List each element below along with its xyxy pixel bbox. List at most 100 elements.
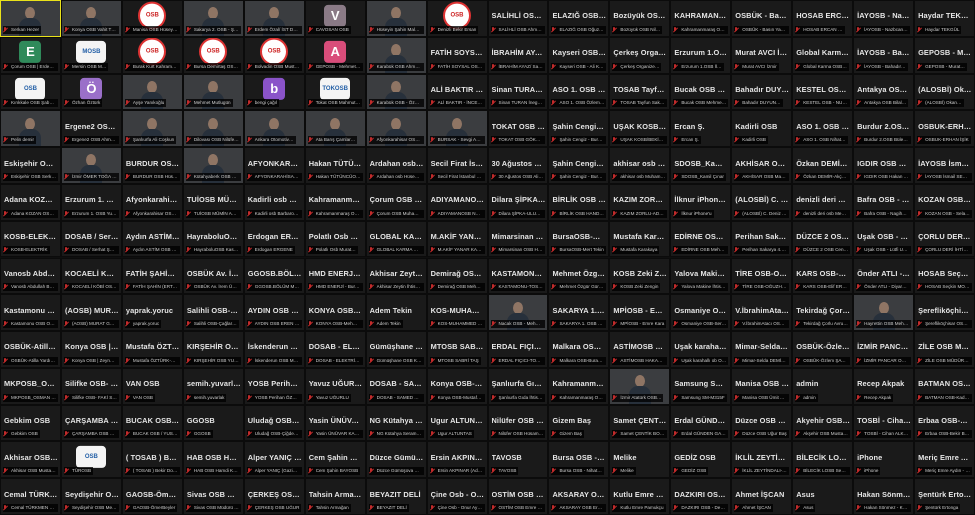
participant-tile[interactable]: GLOBAL KARM… GLOBAL KARMA OSB… — [365, 220, 427, 258]
participant-tile[interactable]: Meriç Emre Aydı… Meriç Emre Aydın - ESB… — [914, 441, 975, 479]
participant-tile[interactable]: TOKAT OSB GÖ… TOKAT OSB GÖKHAN… — [487, 110, 549, 148]
participant-tile[interactable]: Erdogan ERGENE Erdogan ERGENE — [243, 220, 305, 258]
participant-tile[interactable]: Erbaa OSB-Bek… Erbaa OSB-Bekir BOST… — [914, 404, 975, 442]
participant-tile[interactable]: Yavuz UĞURLU Yavuz UĞURLU — [304, 367, 366, 405]
participant-tile[interactable]: Adem Tekin Adem Tekin — [365, 294, 427, 332]
participant-tile[interactable]: DÜZCE 2 OSB Ce… DÜZCE 2 OSB Cengiz… — [792, 220, 854, 258]
participant-tile[interactable]: İKLİL ZEYTİNDA… İKLİL ZEYTİNDALI-MAL… — [731, 441, 793, 479]
participant-tile[interactable]: Tahsin Armağan Tahsin Armağan — [304, 478, 366, 515]
participant-tile[interactable]: İAYOSB İsmail S… İAYOSB İsmail SEVER — [914, 147, 975, 184]
participant-tile[interactable]: Çerkeş Organize… Çerkeş Organize… — [609, 36, 671, 74]
participant-tile[interactable]: ( TOSAB ) Bekir… ( TOSAB ) Bekir Dokoz — [121, 441, 183, 479]
participant-tile[interactable]: (AOSB) MURAT… (AOSB) MURAT GÜNEŞ — [60, 294, 122, 332]
participant-tile[interactable]: OSBKırıkkale OSB Şaban Ka… — [0, 73, 61, 111]
participant-tile[interactable]: Uşak OSB - Lütf… Uşak OSB - Lütfi Uysal — [853, 220, 915, 258]
participant-tile[interactable]: Şentürk Ertonga Şentürk Ertonga — [914, 478, 975, 515]
participant-tile[interactable]: Antakya OSB Bil… Antakya OSB Bilal… — [853, 73, 915, 111]
participant-tile[interactable]: Samsung SM-M… Samsung SM-M315F — [670, 367, 732, 405]
participant-tile[interactable]: DAZKIRI OSB -… DAZKIRI OSB - Derya… — [670, 478, 732, 515]
participant-tile[interactable]: Mehmet Mutlugün — [182, 73, 244, 111]
participant-tile[interactable]: KOSB-ELEKTRİK KOSB-ELEKTRİK — [0, 220, 61, 258]
participant-tile[interactable]: AKSARAY OSB… AKSARAY OSB Erol… — [548, 478, 610, 515]
participant-tile[interactable]: OSBÜK - Basın… OSBÜK - Basın Yayın… — [731, 0, 793, 37]
participant-tile[interactable]: Hüseyin Şahin Malatya… — [365, 0, 427, 37]
participant-tile[interactable]: FATİH ŞAHİN (E… FATİH ŞAHİN (ERTA… — [121, 257, 183, 295]
participant-tile[interactable]: TUİOSB MÜMİN… TUİOSB MÜMİN AKPI… — [182, 183, 244, 221]
participant-tile[interactable]: GEDİZ OSB GEDİZ OSB — [670, 441, 732, 479]
participant-tile[interactable]: ÇORLU DERİ İH… ÇORLU DERİ İHTİSAS… — [914, 220, 975, 258]
participant-tile[interactable]: Hakan TÜTÜNC… Hakan TÜTÜNCÜOĞLU… — [304, 147, 366, 184]
participant-tile[interactable]: İAYOSB - Nazbc… İAYOSB - Nazbcan… — [853, 0, 915, 37]
participant-tile[interactable]: NG Kütahya Ser… NG Kütahya Seramik… — [365, 404, 427, 442]
participant-tile[interactable]: (ALOSBİ) C. De… (ALOSBİ) C. Deniz Akfi… — [731, 183, 793, 221]
participant-tile[interactable]: Karabük OSB - Özer Ka… — [365, 73, 427, 111]
participant-tile[interactable]: FATİH SOYSAL… FATİH SOYSAL OSB… — [426, 36, 488, 74]
participant-tile[interactable]: BURSAK - Sevgi Akyu… — [426, 110, 488, 148]
participant-tile[interactable]: Konya OSB | Ze… Konya OSB | Zeynel Ab… — [60, 331, 122, 368]
participant-tile[interactable]: ASO 1. OSB Nih… ASO 1. OSB Nihat… — [792, 110, 854, 148]
participant-tile[interactable]: ADIYAMANOSB… ADIYAMANOSB NESİBE… — [426, 183, 488, 221]
participant-tile[interactable]: UŞAK KOSB/BE… UŞAK KOSB/BEKİR… — [609, 110, 671, 148]
participant-tile[interactable]: Demirağ OSB M… Demirağ OSB Mehmet… — [426, 257, 488, 295]
participant-tile[interactable]: Seydişehir OSB… Seydişehir OSB Mevlüt… — [60, 478, 122, 515]
participant-tile[interactable]: TOKOSB Tokat OSB Mahmut… — [304, 73, 366, 111]
participant-tile[interactable]: Vanosb Abdulla… Vanosb Abdullah Baran — [0, 257, 61, 295]
participant-tile[interactable]: Samet ÇENTİK… Samet ÇENTİK BOSEN — [609, 404, 671, 442]
participant-tile[interactable]: BİRLİK OSB HA… BİRLİK OSB HANDAN… — [548, 183, 610, 221]
participant-tile[interactable]: Ercan Ş. Ercan Ş. — [670, 110, 732, 148]
participant-tile[interactable]: Kütahyaberk OSB Rüstem… — [182, 147, 244, 184]
participant-tile[interactable]: Çorum OSB Mu… Çorum OSB Muhamme… — [365, 183, 427, 221]
participant-tile[interactable]: Mimar-Selda DE… Mimar-Selda DEMİRC… — [731, 331, 793, 368]
participant-tile[interactable]: Pelin demir — [0, 110, 61, 148]
participant-tile[interactable]: Nilüfer OSB Hus… Nilüfer OSB Hüsamettin… — [487, 404, 549, 442]
participant-tile[interactable]: SDOSB_Kamil Ç… SDOSB_Kamil Çınar — [670, 147, 732, 184]
participant-tile[interactable]: EDİRNE OSB M… EDİRNE OSB Mehmet… — [670, 220, 732, 258]
participant-tile[interactable]: 30 Ağustos OSB… 30 Ağustos OSB Ali… — [487, 147, 549, 184]
participant-tile[interactable]: OSBBurak Kurt Kahramanmar… — [121, 36, 183, 74]
participant-tile[interactable]: Salihli OSB-Çağ… Salihli OSB-Çağlar… — [182, 294, 244, 332]
participant-tile[interactable]: Osmaniye OSB-… Osmaniye OSB-Serkan… — [670, 294, 732, 332]
participant-tile[interactable]: Dilovası OSB Nilüfer… — [182, 110, 244, 148]
participant-tile[interactable]: BURDUR OSB H… BURDUR OSB Hüseyin… — [121, 147, 183, 184]
participant-tile[interactable]: Çine Osb - Onur… Çine Osb - Onur Aynaı — [426, 478, 488, 515]
participant-tile[interactable]: Ersin AKPINAR (… Ersin AKPINAR (Adan… — [426, 441, 488, 479]
participant-tile[interactable]: KIRŞEHİR OSB… KIRŞEHİR OSB YUNUS… — [182, 331, 244, 368]
participant-tile[interactable]: Erdal GÜNDEN… Erdal GÜNDEN GAZİA… — [670, 404, 732, 442]
participant-tile[interactable]: Ayşe Yanıkoğlu — [121, 73, 183, 111]
participant-tile[interactable]: KESTEL OSB - N… KESTEL OSB - NURETTİ… — [792, 73, 854, 111]
participant-tile[interactable]: AYDIN OSB ERE… AYDIN OSB EREN NE… — [243, 294, 305, 332]
participant-tile[interactable]: Murat AVCI İzm… Murat AVCI İzmir — [731, 36, 793, 74]
participant-tile[interactable]: V.İbrahimAtacı… V.İbrahimAtacı OSBKM — [731, 294, 793, 332]
participant-tile[interactable]: OSBÜK Av. İrem… OSBÜK Av. İrem ÜÇPIN… — [182, 257, 244, 295]
participant-tile[interactable]: Polatlı Osb Mur… Polatlı Osb Murat… — [304, 220, 366, 258]
participant-tile[interactable]: Mustafa ÖZTÜR… Mustafa ÖZTÜRK-TÜR… — [121, 331, 183, 368]
participant-tile[interactable]: Yalova Makine İ… Yalova Makine İhtisas… — [670, 257, 732, 295]
participant-tile[interactable]: Kutlu Emre Pam… Kutlu Emre Pamukçu — [609, 478, 671, 515]
participant-tile[interactable]: Global Karma O… Global Karma OSB… — [792, 36, 854, 74]
participant-tile[interactable]: (ALOSBİ) Okan… (ALOSBİ) Okan… — [914, 73, 975, 111]
participant-tile[interactable]: TAVOSB TAVOSB — [487, 441, 549, 479]
participant-tile[interactable]: Aydın ASTİM O… Aydın ASTİM OSB Ferd… — [121, 220, 183, 258]
participant-tile[interactable]: Kahramanmaraş… Kahramanmaraş OSB… — [304, 183, 366, 221]
participant-tile[interactable]: OSBBursa Demirtaş OSB - S… — [182, 36, 244, 74]
participant-tile[interactable]: HayraboluOSB… HayraboluOSB Kasım… — [182, 220, 244, 258]
participant-tile[interactable]: ÇERKEŞ OSB UĞ… ÇERKEŞ OSB UĞUR — [243, 478, 305, 515]
participant-tile[interactable]: AKHİSAR OSB… AKHİSAR OSB Mahmut… — [731, 147, 793, 184]
participant-tile[interactable]: Bafra OSB - Na… Bafra OSB - Nagihan K… — [853, 183, 915, 221]
participant-tile[interactable]: KOZAN OSB - S… KOZAN OSB - Selami S… — [914, 183, 975, 221]
participant-tile[interactable]: GGOSB GGOSB — [182, 404, 244, 442]
participant-tile[interactable]: Ahmet İŞCAN Ahmet İŞCAN — [731, 478, 793, 515]
participant-tile[interactable]: GGOSB.BÖLÜ… GGOSB.BÖLÜM MÜDÜ… — [243, 257, 305, 295]
participant-tile[interactable]: Hayrettin OSB Mehmet… — [853, 294, 915, 332]
participant-tile[interactable]: Cem Şahin BAY… Cem Şahin BAYOSB — [304, 441, 366, 479]
participant-tile[interactable]: Özkan DEMİR-A… Özkan DEMİR-Akçab… — [792, 147, 854, 184]
participant-tile[interactable]: Kastamonu OSB… Kastamonu OSB Osman — [0, 294, 61, 332]
participant-tile[interactable]: İAYOSB - Bahadır… İAYOSB - Bahadır… — [853, 36, 915, 74]
participant-tile[interactable]: Gizem Baş Gizem Baş — [548, 404, 610, 442]
participant-tile[interactable]: E Çorum OSB | Erdem D… — [0, 36, 61, 74]
participant-tile[interactable]: Haydar TEKGÜL Haydar TEKGÜL — [914, 0, 975, 37]
participant-tile[interactable]: Tekirdağ Çorlu… Tekirdağ Çorlu Avrupa… — [792, 294, 854, 332]
participant-tile[interactable]: KAZIM ZORLU-… KAZIM ZORLU-ADANA… — [609, 183, 671, 221]
participant-tile[interactable]: HMD ENERJİ - B… HMD ENERJİ - Burak G… — [304, 257, 366, 295]
participant-tile[interactable]: ZİLE OSB MÜDÜ… ZİLE OSB MÜDÜRÜ HAS… — [914, 331, 975, 368]
